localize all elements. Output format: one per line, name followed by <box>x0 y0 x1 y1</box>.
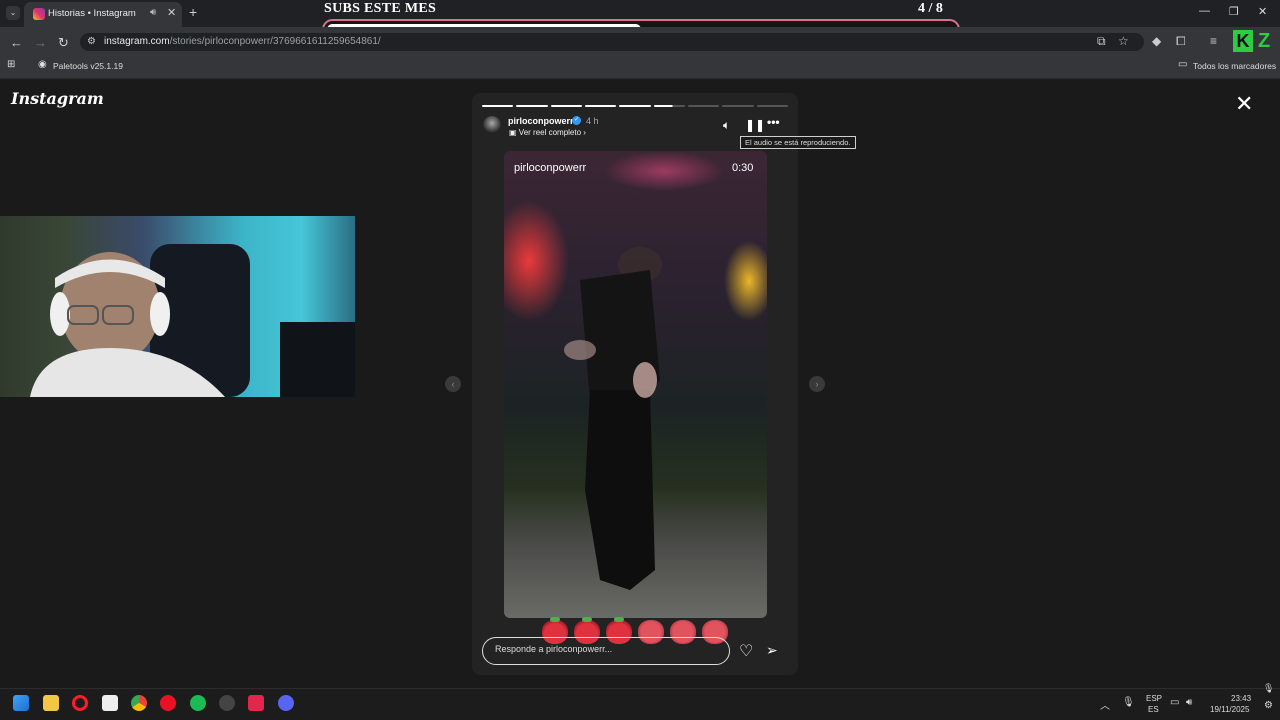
previous-story-icon[interactable]: ‹ <box>445 376 461 392</box>
site-info-icon[interactable]: ⚙ <box>87 36 96 47</box>
spotify-icon[interactable] <box>190 695 206 711</box>
opera-gx-icon[interactable] <box>72 695 88 711</box>
kz-logo-k: K <box>1233 30 1253 52</box>
subs-overlay-count: 4 / 8 <box>918 1 943 16</box>
send-share-icon[interactable]: ➢ <box>766 642 778 659</box>
new-tab-icon[interactable]: + <box>189 4 197 20</box>
app-pink-icon[interactable] <box>248 695 264 711</box>
story-progress-segment <box>653 105 685 107</box>
subs-overlay-title: SUBS ESTE MES <box>324 1 437 16</box>
close-story-icon[interactable]: ✕ <box>1235 91 1253 117</box>
microphone-icon[interactable]: 🎙︎ <box>1122 697 1135 708</box>
discord-icon[interactable] <box>278 695 294 711</box>
steam-icon[interactable] <box>219 695 235 711</box>
tray-chevron-icon[interactable]: ︿ <box>1100 697 1110 712</box>
windows-start-icon[interactable] <box>13 695 29 711</box>
reload-icon[interactable]: ↻ <box>58 35 69 51</box>
minimize-icon[interactable]: — <box>1199 5 1210 17</box>
install-app-icon[interactable]: ⧉ <box>1097 34 1106 49</box>
webcam-person <box>30 244 355 397</box>
video-timestamp: 0:30 <box>732 162 754 174</box>
url-path: /stories/pirloconpowerr/3769661611259654… <box>169 36 381 47</box>
app-red-icon[interactable] <box>160 695 176 711</box>
back-icon[interactable]: ← <box>10 35 23 50</box>
close-window-icon[interactable]: ✕ <box>1258 5 1267 18</box>
epic-games-icon[interactable] <box>102 695 118 711</box>
notifications-icon[interactable]: ⚙ <box>1264 700 1273 711</box>
bookmark-star-icon[interactable]: ☆ <box>1118 34 1129 48</box>
tab-search-icon[interactable]: ⌄ <box>6 6 20 20</box>
story-username[interactable]: pirloconpowerr <box>508 116 574 126</box>
story-progress-segment <box>516 105 548 107</box>
instagram-logo[interactable]: Instagram <box>11 89 104 108</box>
story-progress-segment <box>585 105 617 107</box>
bookmarks-bar <box>0 57 1280 79</box>
pause-icon[interactable]: ❚❚ <box>745 118 765 132</box>
language-top[interactable]: ESP <box>1146 694 1162 703</box>
story-progress-segment <box>688 105 720 107</box>
like-heart-icon[interactable]: ♡ <box>739 641 753 661</box>
clock-date[interactable]: 19/11/2025 <box>1210 705 1249 714</box>
url-text[interactable]: instagram.com/stories/pirloconpowerr/376… <box>104 36 381 47</box>
reply-field[interactable] <box>482 637 730 665</box>
folder-icon: ▭ <box>1178 59 1188 70</box>
url-domain: instagram.com <box>104 36 170 47</box>
story-progress-segment <box>722 105 754 107</box>
reel-link-label: Ver reel completo <box>518 128 582 137</box>
video-dancer-figure <box>564 247 662 590</box>
tab-historias[interactable]: Historias • Instagram 🔊︎ ✕ <box>24 2 182 27</box>
tab-title: Historias • Instagram <box>48 8 136 19</box>
webcam-overlay <box>0 216 355 397</box>
story-progress-segment <box>550 105 582 107</box>
chrome-icon[interactable] <box>131 695 147 711</box>
kz-logo-z: Z <box>1258 30 1271 52</box>
media-control-icon[interactable]: ≡ <box>1210 34 1217 48</box>
network-icon[interactable]: ▭ <box>1170 697 1179 708</box>
tab-close-icon[interactable]: ✕ <box>167 6 176 19</box>
story-progress-segment <box>619 105 651 107</box>
clock-time[interactable]: 23:43 <box>1231 694 1251 703</box>
story-progress-segment <box>482 105 514 107</box>
apps-grid-icon[interactable]: ⊞ <box>7 59 15 70</box>
next-story-icon[interactable]: › <box>809 376 825 392</box>
verified-badge-icon: ✓ <box>572 116 581 125</box>
audio-icon[interactable]: 🔈︎ <box>723 118 730 133</box>
extension-diamond-icon[interactable]: ◆ <box>1152 34 1161 48</box>
reel-icon: ▣ <box>509 128 517 137</box>
extensions-puzzle-icon[interactable]: ⧠ <box>1176 34 1186 49</box>
view-full-reel-link[interactable]: ▣ Ver reel completo › <box>509 128 586 137</box>
language-bottom[interactable]: ES <box>1148 705 1159 714</box>
story-time: 4 h <box>586 116 599 126</box>
file-explorer-icon[interactable] <box>43 695 59 711</box>
reply-input[interactable] <box>495 644 715 654</box>
video-username: pirloconpowerr <box>514 162 587 174</box>
avatar[interactable] <box>483 116 501 134</box>
tab-audio-icon[interactable]: 🔊︎ <box>150 7 156 18</box>
maximize-icon[interactable]: ❐ <box>1229 5 1239 18</box>
audio-tooltip: El audio se está reproduciendo. <box>740 136 856 149</box>
instagram-favicon-icon <box>33 8 45 20</box>
volume-icon[interactable]: 🔊︎ <box>1186 697 1192 708</box>
paletools-bookmark-icon: ◉ <box>38 59 47 70</box>
story-progress-segment <box>756 105 788 107</box>
bookmark-paletools[interactable]: Paletools v25.1.19 <box>53 61 123 71</box>
more-options-icon[interactable]: ••• <box>767 115 780 129</box>
forward-icon[interactable]: → <box>34 35 47 50</box>
bookmark-all[interactable]: Todos los marcadores <box>1193 61 1276 71</box>
mic-indicator-icon: 🎙︎ <box>1263 683 1275 693</box>
